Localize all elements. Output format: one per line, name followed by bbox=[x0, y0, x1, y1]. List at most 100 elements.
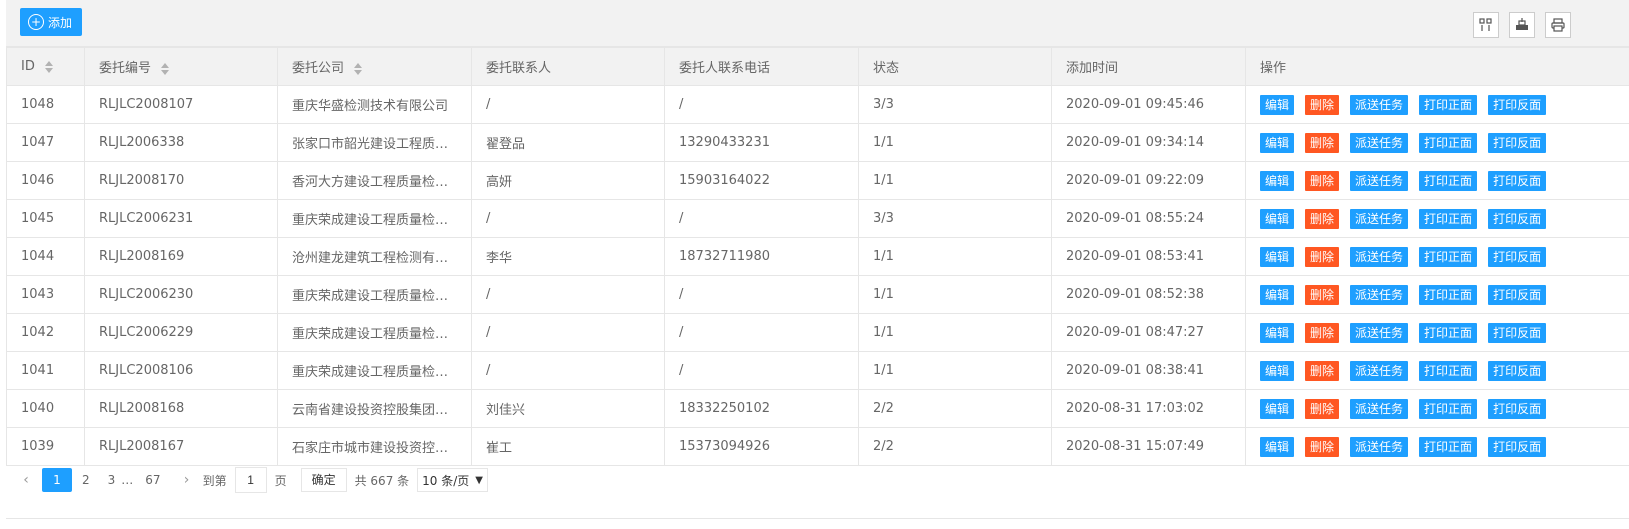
print-front-button[interactable]: 打印正面 bbox=[1419, 170, 1478, 191]
delete-button[interactable]: 删除 bbox=[1305, 398, 1340, 419]
print-back-button[interactable]: 打印反面 bbox=[1488, 360, 1547, 381]
dispatch-task-button[interactable]: 派送任务 bbox=[1350, 322, 1409, 343]
cell-time: 2020-09-01 08:52:38 bbox=[1051, 275, 1246, 314]
delete-button[interactable]: 删除 bbox=[1305, 94, 1340, 115]
sort-icon[interactable] bbox=[44, 60, 53, 73]
dispatch-task-button[interactable]: 派送任务 bbox=[1350, 132, 1409, 153]
cell-company: 重庆荣成建设工程质量检… bbox=[277, 275, 472, 314]
cell-company: 重庆华盛检测技术有限公司 bbox=[277, 85, 472, 124]
header-company[interactable]: 委托公司 bbox=[277, 47, 472, 86]
chevron-down-icon: ▼ bbox=[475, 474, 483, 486]
columns-icon[interactable] bbox=[1473, 12, 1499, 38]
edit-button[interactable]: 编辑 bbox=[1260, 436, 1295, 457]
confirm-button[interactable]: 确定 bbox=[300, 468, 347, 492]
dispatch-task-button[interactable]: 派送任务 bbox=[1350, 436, 1409, 457]
header-id[interactable]: ID bbox=[6, 47, 85, 86]
cell-company: 香河大方建设工程质量检… bbox=[277, 161, 472, 200]
total-count: 共 667 条 bbox=[354, 473, 410, 488]
sort-icon[interactable] bbox=[161, 62, 170, 75]
edit-button[interactable]: 编辑 bbox=[1260, 284, 1295, 305]
delete-button[interactable]: 删除 bbox=[1305, 360, 1340, 381]
edit-button[interactable]: 编辑 bbox=[1260, 94, 1295, 115]
print-back-button[interactable]: 打印反面 bbox=[1488, 170, 1547, 191]
dispatch-task-button[interactable]: 派送任务 bbox=[1350, 284, 1409, 305]
dispatch-task-button[interactable]: 派送任务 bbox=[1350, 246, 1409, 267]
table-toolbar: + 添加 bbox=[6, 0, 1629, 47]
next-page-icon[interactable]: › bbox=[181, 468, 193, 492]
print-back-button[interactable]: 打印反面 bbox=[1488, 94, 1547, 115]
cell-code: RLJLC2006229 bbox=[84, 313, 278, 352]
page-67[interactable]: 67 bbox=[137, 468, 168, 492]
table-row: 1044 RLJL2008169 沧州建龙建筑工程检测有… 李华 18732711980… bbox=[6, 237, 1629, 276]
table-row: 1048 RLJLC2008107 重庆华盛检测技术有限公司 //3/3 2020-09… bbox=[6, 85, 1629, 124]
page-3[interactable]: 3 bbox=[100, 468, 118, 492]
cell-id: 1048 bbox=[6, 85, 85, 124]
print-front-button[interactable]: 打印正面 bbox=[1419, 94, 1478, 115]
page-2[interactable]: 2 bbox=[74, 468, 98, 492]
page-size-select[interactable]: 10 条/页 ▼ bbox=[417, 468, 488, 492]
cell-time: 2020-08-31 17:03:02 bbox=[1051, 389, 1246, 428]
dispatch-task-button[interactable]: 派送任务 bbox=[1350, 398, 1409, 419]
cell-actions: 编辑 删除 派送任务 打印正面 打印反面 bbox=[1245, 351, 1629, 390]
header-code[interactable]: 委托编号 bbox=[84, 47, 278, 86]
edit-button[interactable]: 编辑 bbox=[1260, 170, 1295, 191]
add-button-label: 添加 bbox=[48, 15, 73, 30]
dispatch-task-button[interactable]: 派送任务 bbox=[1350, 170, 1409, 191]
delete-button[interactable]: 删除 bbox=[1305, 208, 1340, 229]
cell-phone: 18732711980 bbox=[664, 237, 859, 276]
cell-status: 1/1 bbox=[858, 351, 1052, 390]
export-icon[interactable] bbox=[1509, 12, 1535, 38]
sort-icon[interactable] bbox=[354, 62, 363, 75]
print-back-button[interactable]: 打印反面 bbox=[1488, 322, 1547, 343]
cell-actions: 编辑 删除 派送任务 打印正面 打印反面 bbox=[1245, 85, 1629, 124]
print-front-button[interactable]: 打印正面 bbox=[1419, 132, 1478, 153]
print-back-button[interactable]: 打印反面 bbox=[1488, 436, 1547, 457]
cell-contact: / bbox=[471, 199, 665, 238]
delete-button[interactable]: 删除 bbox=[1305, 246, 1340, 267]
delete-button[interactable]: 删除 bbox=[1305, 436, 1340, 457]
cell-time: 2020-09-01 08:53:41 bbox=[1051, 237, 1246, 276]
print-back-button[interactable]: 打印反面 bbox=[1488, 132, 1547, 153]
add-button[interactable]: + 添加 bbox=[20, 8, 83, 36]
print-front-button[interactable]: 打印正面 bbox=[1419, 436, 1478, 457]
edit-button[interactable]: 编辑 bbox=[1260, 208, 1295, 229]
edit-button[interactable]: 编辑 bbox=[1260, 132, 1295, 153]
print-back-button[interactable]: 打印反面 bbox=[1488, 208, 1547, 229]
table-row: 1045 RLJLC2006231 重庆荣成建设工程质量检… //3/3 2020-09… bbox=[6, 199, 1629, 238]
cell-phone: / bbox=[664, 199, 859, 238]
prev-page-icon[interactable]: ‹ bbox=[20, 468, 32, 492]
page-1[interactable]: 1 bbox=[42, 468, 72, 492]
cell-status: 1/1 bbox=[858, 237, 1052, 276]
print-icon[interactable] bbox=[1545, 12, 1571, 38]
print-back-button[interactable]: 打印反面 bbox=[1488, 398, 1547, 419]
dispatch-task-button[interactable]: 派送任务 bbox=[1350, 208, 1409, 229]
delete-button[interactable]: 删除 bbox=[1305, 170, 1340, 191]
cell-contact: / bbox=[471, 85, 665, 124]
edit-button[interactable]: 编辑 bbox=[1260, 246, 1295, 267]
cell-company: 张家口市韶光建设工程质… bbox=[277, 123, 472, 162]
table-row: 1047 RLJL2006338 张家口市韶光建设工程质… 翟登品 1329043323… bbox=[6, 123, 1629, 162]
print-front-button[interactable]: 打印正面 bbox=[1419, 398, 1478, 419]
delete-button[interactable]: 删除 bbox=[1305, 322, 1340, 343]
header-time: 添加时间 bbox=[1051, 47, 1246, 86]
print-back-button[interactable]: 打印反面 bbox=[1488, 246, 1547, 267]
cell-actions: 编辑 删除 派送任务 打印正面 打印反面 bbox=[1245, 313, 1629, 352]
cell-phone: 13290433231 bbox=[664, 123, 859, 162]
print-front-button[interactable]: 打印正面 bbox=[1419, 246, 1478, 267]
cell-id: 1044 bbox=[6, 237, 85, 276]
delete-button[interactable]: 删除 bbox=[1305, 284, 1340, 305]
edit-button[interactable]: 编辑 bbox=[1260, 360, 1295, 381]
print-back-button[interactable]: 打印反面 bbox=[1488, 284, 1547, 305]
edit-button[interactable]: 编辑 bbox=[1260, 398, 1295, 419]
goto-page-input[interactable] bbox=[234, 467, 267, 493]
print-front-button[interactable]: 打印正面 bbox=[1419, 322, 1478, 343]
dispatch-task-button[interactable]: 派送任务 bbox=[1350, 360, 1409, 381]
edit-button[interactable]: 编辑 bbox=[1260, 322, 1295, 343]
delete-button[interactable]: 删除 bbox=[1305, 132, 1340, 153]
table-row: 1042 RLJLC2006229 重庆荣成建设工程质量检… //1/1 2020-09… bbox=[6, 313, 1629, 352]
dispatch-task-button[interactable]: 派送任务 bbox=[1350, 94, 1409, 115]
page-ellipsis: … bbox=[121, 473, 134, 487]
print-front-button[interactable]: 打印正面 bbox=[1419, 360, 1478, 381]
print-front-button[interactable]: 打印正面 bbox=[1419, 208, 1478, 229]
print-front-button[interactable]: 打印正面 bbox=[1419, 284, 1478, 305]
